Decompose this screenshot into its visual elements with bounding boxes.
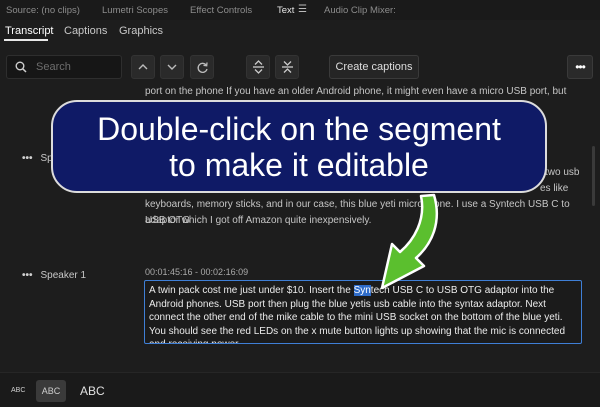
panel-tab-bar: Source: (no clips) Lumetri Scopes Effect…: [0, 0, 600, 20]
segment-text: A twin pack cost me just under $10. Inse…: [149, 285, 354, 296]
segment-speaker: ••• Sp: [22, 153, 53, 164]
segment-menu-dots-icon[interactable]: •••: [22, 153, 33, 164]
tab-transcript[interactable]: Transcript: [5, 25, 54, 37]
tab-captions[interactable]: Captions: [64, 25, 107, 37]
transcript-scrollbar[interactable]: [592, 146, 595, 206]
segment-menu-dots-icon[interactable]: •••: [22, 270, 33, 281]
font-size-large-button[interactable]: ABC: [80, 373, 105, 407]
create-captions-button[interactable]: Create captions: [329, 55, 419, 79]
chevron-down-icon: [167, 64, 177, 70]
next-result-button[interactable]: [160, 55, 184, 79]
font-size-medium-button[interactable]: ABC: [36, 380, 66, 402]
search-icon: [15, 61, 27, 73]
pointer-arrow-icon: [380, 193, 439, 290]
panel-tab-text[interactable]: Text: [277, 5, 294, 16]
previous-result-button[interactable]: [131, 55, 155, 79]
font-size-small-button[interactable]: ABC: [11, 373, 25, 407]
chevron-up-icon: [138, 64, 148, 70]
more-options-button[interactable]: •••: [567, 55, 593, 79]
active-tab-indicator: [4, 39, 48, 41]
hamburger-menu-icon[interactable]: ☰: [298, 4, 307, 15]
text-panel-tabs: Transcript Captions Graphics: [0, 20, 600, 42]
segment-text-line: adaptor which I got off Amazon quite ine…: [145, 215, 372, 226]
tutorial-callout: Double-click on the segment to make it e…: [51, 100, 547, 193]
selected-text: Syn: [353, 285, 371, 296]
panel-tab-source[interactable]: Source: (no clips): [6, 5, 80, 16]
tab-graphics[interactable]: Graphics: [119, 25, 163, 37]
panel-tab-effect-controls[interactable]: Effect Controls: [190, 5, 252, 16]
font-size-bar: ABC ABC ABC: [0, 372, 600, 407]
refresh-icon: [197, 61, 208, 73]
callout-line-2: to make it editable: [169, 146, 429, 183]
replace-button[interactable]: [190, 55, 214, 79]
search-input[interactable]: [36, 61, 116, 73]
panel-tab-lumetri-scopes[interactable]: Lumetri Scopes: [102, 5, 168, 16]
segment-speaker: ••• Speaker 1: [22, 270, 86, 281]
callout-line-1: Double-click on the segment: [97, 110, 501, 147]
segment-timestamp: 00:01:45:16 - 00:02:16:09: [145, 267, 249, 277]
search-box: [6, 55, 122, 79]
collapse-icon: [281, 61, 293, 73]
segment-edit-field[interactable]: A twin pack cost me just under $10. Inse…: [144, 280, 582, 344]
speaker-label[interactable]: Speaker 1: [41, 270, 87, 281]
panel-tab-audio-clip-mixer[interactable]: Audio Clip Mixer:: [324, 5, 396, 16]
expand-icon: [252, 60, 264, 74]
collapse-segments-button[interactable]: [275, 55, 299, 79]
segment-text-fragment-b: es like: [540, 183, 569, 194]
transcript-toolbar: Create captions •••: [0, 48, 600, 86]
expand-segments-button[interactable]: [246, 55, 270, 79]
